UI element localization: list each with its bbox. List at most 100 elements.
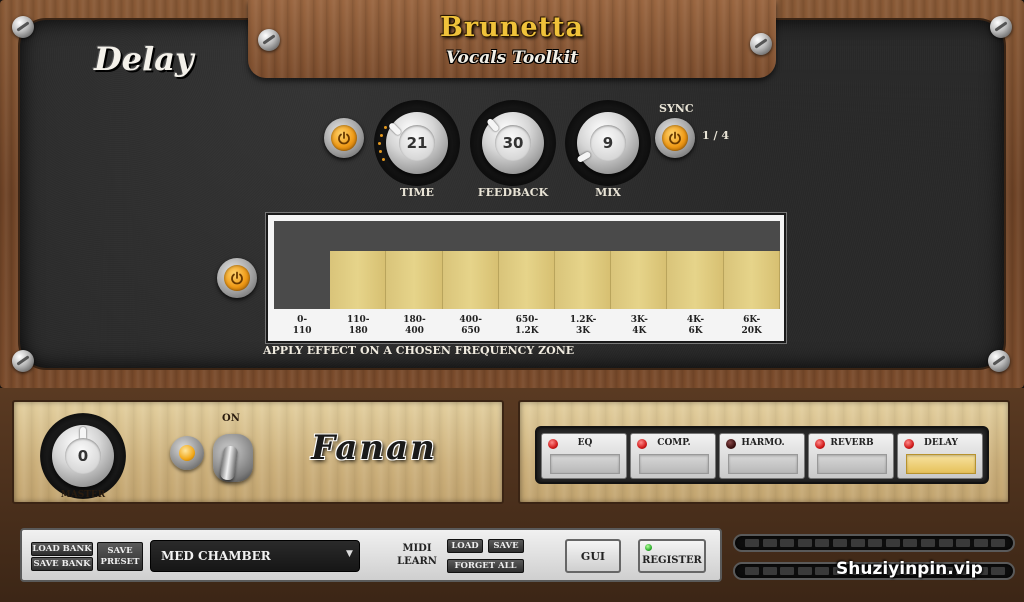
knob-tick (380, 134, 383, 137)
knob-tick (384, 126, 387, 129)
meter-segment (780, 567, 795, 575)
frequency-band[interactable] (723, 251, 780, 309)
fx-chain-rack: EQ COMP. HARMO. REVERB DELAY (535, 426, 989, 484)
meter-segment (762, 539, 777, 547)
brand-title: Brunetta (440, 12, 584, 43)
save-preset-label: SAVE (107, 546, 133, 556)
band-label-line: 20K (741, 326, 762, 336)
power-icon (224, 265, 250, 291)
feedback-knob[interactable]: 30 (470, 100, 556, 186)
power-icon (331, 125, 357, 151)
screw-icon (988, 350, 1010, 372)
fx-label: HARMO. (741, 438, 785, 448)
knob-body[interactable]: 9 (576, 112, 639, 174)
fx-slot (817, 454, 887, 474)
frequency-band-label: 3K- 4K (611, 315, 667, 337)
time-label: TIME (400, 186, 434, 199)
band-label-line: 110- (347, 315, 370, 325)
master-label: MASTER (60, 490, 106, 500)
save-bank-button[interactable]: SAVE BANK (31, 557, 93, 571)
sync-button[interactable] (655, 118, 695, 158)
frequency-band-label: 0- 110 (274, 315, 330, 337)
frequency-band[interactable] (330, 251, 387, 309)
save-preset-button[interactable]: SAVE PRESET (97, 542, 143, 571)
screw-icon (12, 350, 34, 372)
status-led-icon (645, 544, 652, 551)
forget-all-button[interactable]: FORGET ALL (447, 559, 524, 573)
meter-segment (833, 539, 847, 547)
band-label-line: 400- (459, 315, 482, 325)
band-label-line: 1.2K (515, 326, 539, 336)
frequency-band[interactable] (442, 251, 499, 309)
meter-segment (868, 539, 883, 547)
screw-icon (990, 16, 1012, 38)
knob-body[interactable]: 21 (386, 112, 448, 174)
meter-segment (903, 539, 918, 547)
frequency-zone-panel: 0- 110 110- 180 180- 400 400- 650 650- 1.2K 1.2K- 3… (266, 213, 786, 343)
preset-select[interactable]: MED CHAMBER (150, 540, 360, 572)
load-bank-button[interactable]: LOAD BANK (31, 542, 93, 556)
frequency-band[interactable] (667, 251, 724, 309)
meter-segment (991, 539, 1006, 547)
mix-knob[interactable]: 9 (565, 100, 651, 186)
frequency-band[interactable] (274, 221, 330, 309)
fx-slot (906, 454, 976, 474)
knob-body[interactable]: 30 (482, 112, 544, 174)
midi-learn-label: MIDI LEARN (397, 542, 437, 568)
fx-eq-button[interactable]: EQ (541, 433, 627, 479)
band-label-line: 3K (576, 326, 591, 336)
frequency-zone-power-button[interactable] (217, 258, 257, 298)
fx-label: COMP. (657, 438, 691, 448)
frequency-band-label: 1.2K- 3K (555, 315, 611, 337)
mix-value: 9 (590, 125, 626, 161)
fx-delay-button[interactable]: DELAY (897, 433, 983, 479)
fx-harmo-button[interactable]: HARMO. (719, 433, 805, 479)
meter-segment (815, 567, 830, 575)
mix-label: MIX (595, 186, 621, 199)
save-preset-label: PRESET (100, 557, 140, 567)
frequency-band[interactable] (498, 251, 555, 309)
meter-segment (745, 567, 759, 575)
knob-pointer (576, 150, 592, 164)
meter-segment (815, 539, 830, 547)
frequency-band[interactable] (611, 251, 668, 309)
band-label-line: 4K- (686, 315, 705, 325)
feedback-value: 30 (495, 125, 531, 161)
knob-tick (382, 158, 385, 161)
master-knob[interactable]: 0 (52, 425, 114, 487)
frequency-band-label: 650- 1.2K (499, 315, 555, 337)
meter-segment (991, 567, 1006, 575)
band-label-line: 6K- (743, 315, 761, 325)
delay-power-button[interactable] (324, 118, 364, 158)
gui-button[interactable]: GUI (565, 539, 621, 573)
frequency-band-label: 6K- 20K (724, 315, 780, 337)
on-label: ON (222, 413, 240, 424)
frequency-band[interactable] (555, 251, 612, 309)
fx-comp-button[interactable]: COMP. (630, 433, 716, 479)
band-label-line: 4K (632, 326, 647, 336)
frequency-band-label: 180- 400 (386, 315, 442, 337)
midi-load-button[interactable]: LOAD (447, 539, 483, 553)
sync-value: 1 / 4 (702, 129, 729, 142)
power-icon (662, 125, 688, 151)
time-knob[interactable]: 21 (374, 100, 460, 186)
fx-reverb-button[interactable]: REVERB (808, 433, 894, 479)
module-title: Delay (94, 40, 194, 78)
band-label-line: 650 (461, 326, 481, 336)
screw-icon (12, 16, 34, 38)
frequency-band[interactable] (386, 251, 443, 309)
meter-segment (938, 539, 953, 547)
fx-slot (639, 454, 709, 474)
band-label-line: 6K (688, 326, 703, 336)
band-label-line: 110 (292, 326, 312, 336)
fanan-logo: Fanan (311, 428, 437, 468)
feedback-label: FEEDBACK (477, 186, 549, 199)
frequency-band-label: 110- 180 (330, 315, 386, 337)
power-led-icon (170, 436, 204, 470)
midi-save-button[interactable]: SAVE (488, 539, 524, 553)
frequency-zone-caption: APPLY EFFECT ON A CHOSEN FREQUENCY ZONE (263, 344, 575, 357)
meter-segment (745, 539, 759, 547)
midi-label-line: LEARN (397, 556, 437, 567)
frequency-band-label: 4K- 6K (667, 315, 723, 337)
meter-segment (797, 567, 812, 575)
